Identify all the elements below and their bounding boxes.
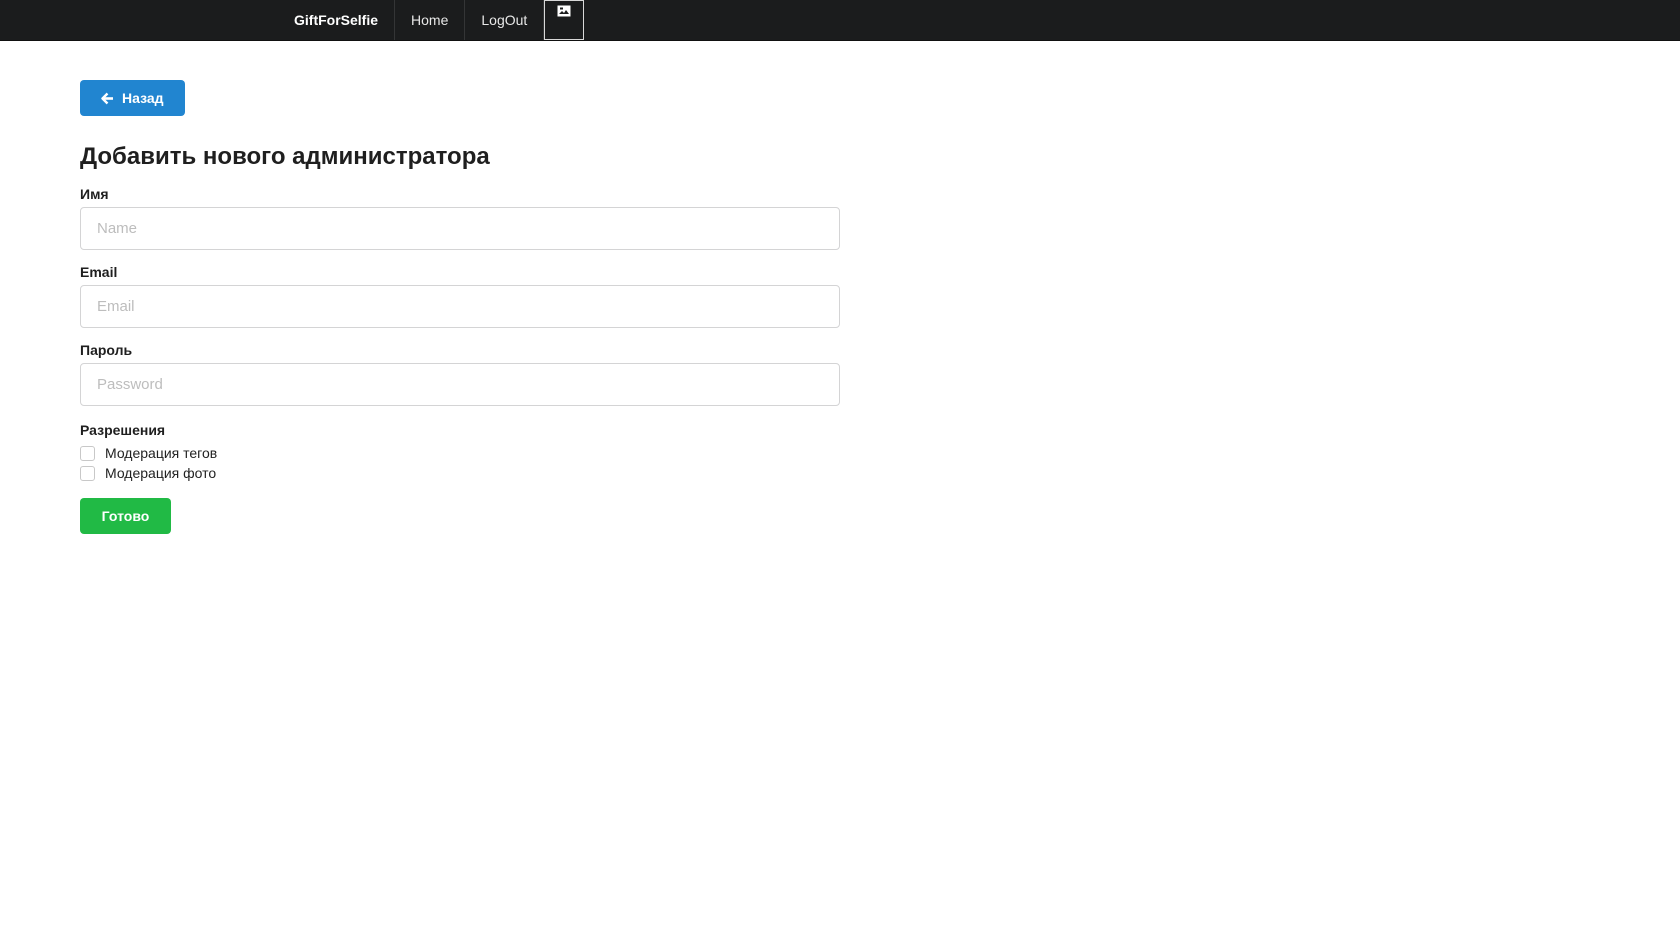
password-field-group: Пароль: [80, 342, 840, 406]
password-label: Пароль: [80, 342, 133, 358]
email-label: Email: [80, 264, 118, 280]
back-button-label: Назад: [122, 90, 164, 106]
photo-moderation-label: Модерация фото: [105, 465, 217, 481]
top-navbar: GiftForSelfie Home LogOut: [0, 0, 1680, 41]
permissions-group: Разрешения Модерация тегов Модерация фот…: [80, 422, 840, 483]
photo-moderation-checkbox[interactable]: [80, 465, 95, 481]
permission-tags-option[interactable]: Модерация тегов: [80, 443, 840, 463]
tags-moderation-checkbox[interactable]: [80, 445, 95, 461]
email-field-group: Email: [80, 264, 840, 328]
tags-moderation-label: Модерация тегов: [105, 445, 218, 461]
brand-link[interactable]: GiftForSelfie: [278, 0, 396, 40]
nav-menu: GiftForSelfie Home LogOut: [278, 0, 585, 40]
name-label: Имя: [80, 186, 109, 202]
email-input[interactable]: [80, 285, 840, 328]
name-input[interactable]: [80, 207, 840, 250]
submit-button[interactable]: Готово: [80, 498, 171, 534]
arrow-left-icon: [101, 92, 113, 104]
name-field-group: Имя: [80, 186, 840, 250]
nav-image-item[interactable]: [544, 0, 585, 40]
back-button[interactable]: Назад: [80, 80, 185, 116]
nav-logout-link[interactable]: LogOut: [465, 0, 545, 40]
broken-image-icon: [557, 5, 571, 17]
page-title: Добавить нового администратора: [80, 143, 490, 170]
main-content: Назад Добавить нового администратора Имя…: [80, 80, 840, 534]
nav-home-link[interactable]: Home: [395, 0, 466, 40]
password-input[interactable]: [80, 363, 840, 406]
permission-photo-option[interactable]: Модерация фото: [80, 463, 840, 483]
permissions-label: Разрешения: [80, 422, 166, 438]
